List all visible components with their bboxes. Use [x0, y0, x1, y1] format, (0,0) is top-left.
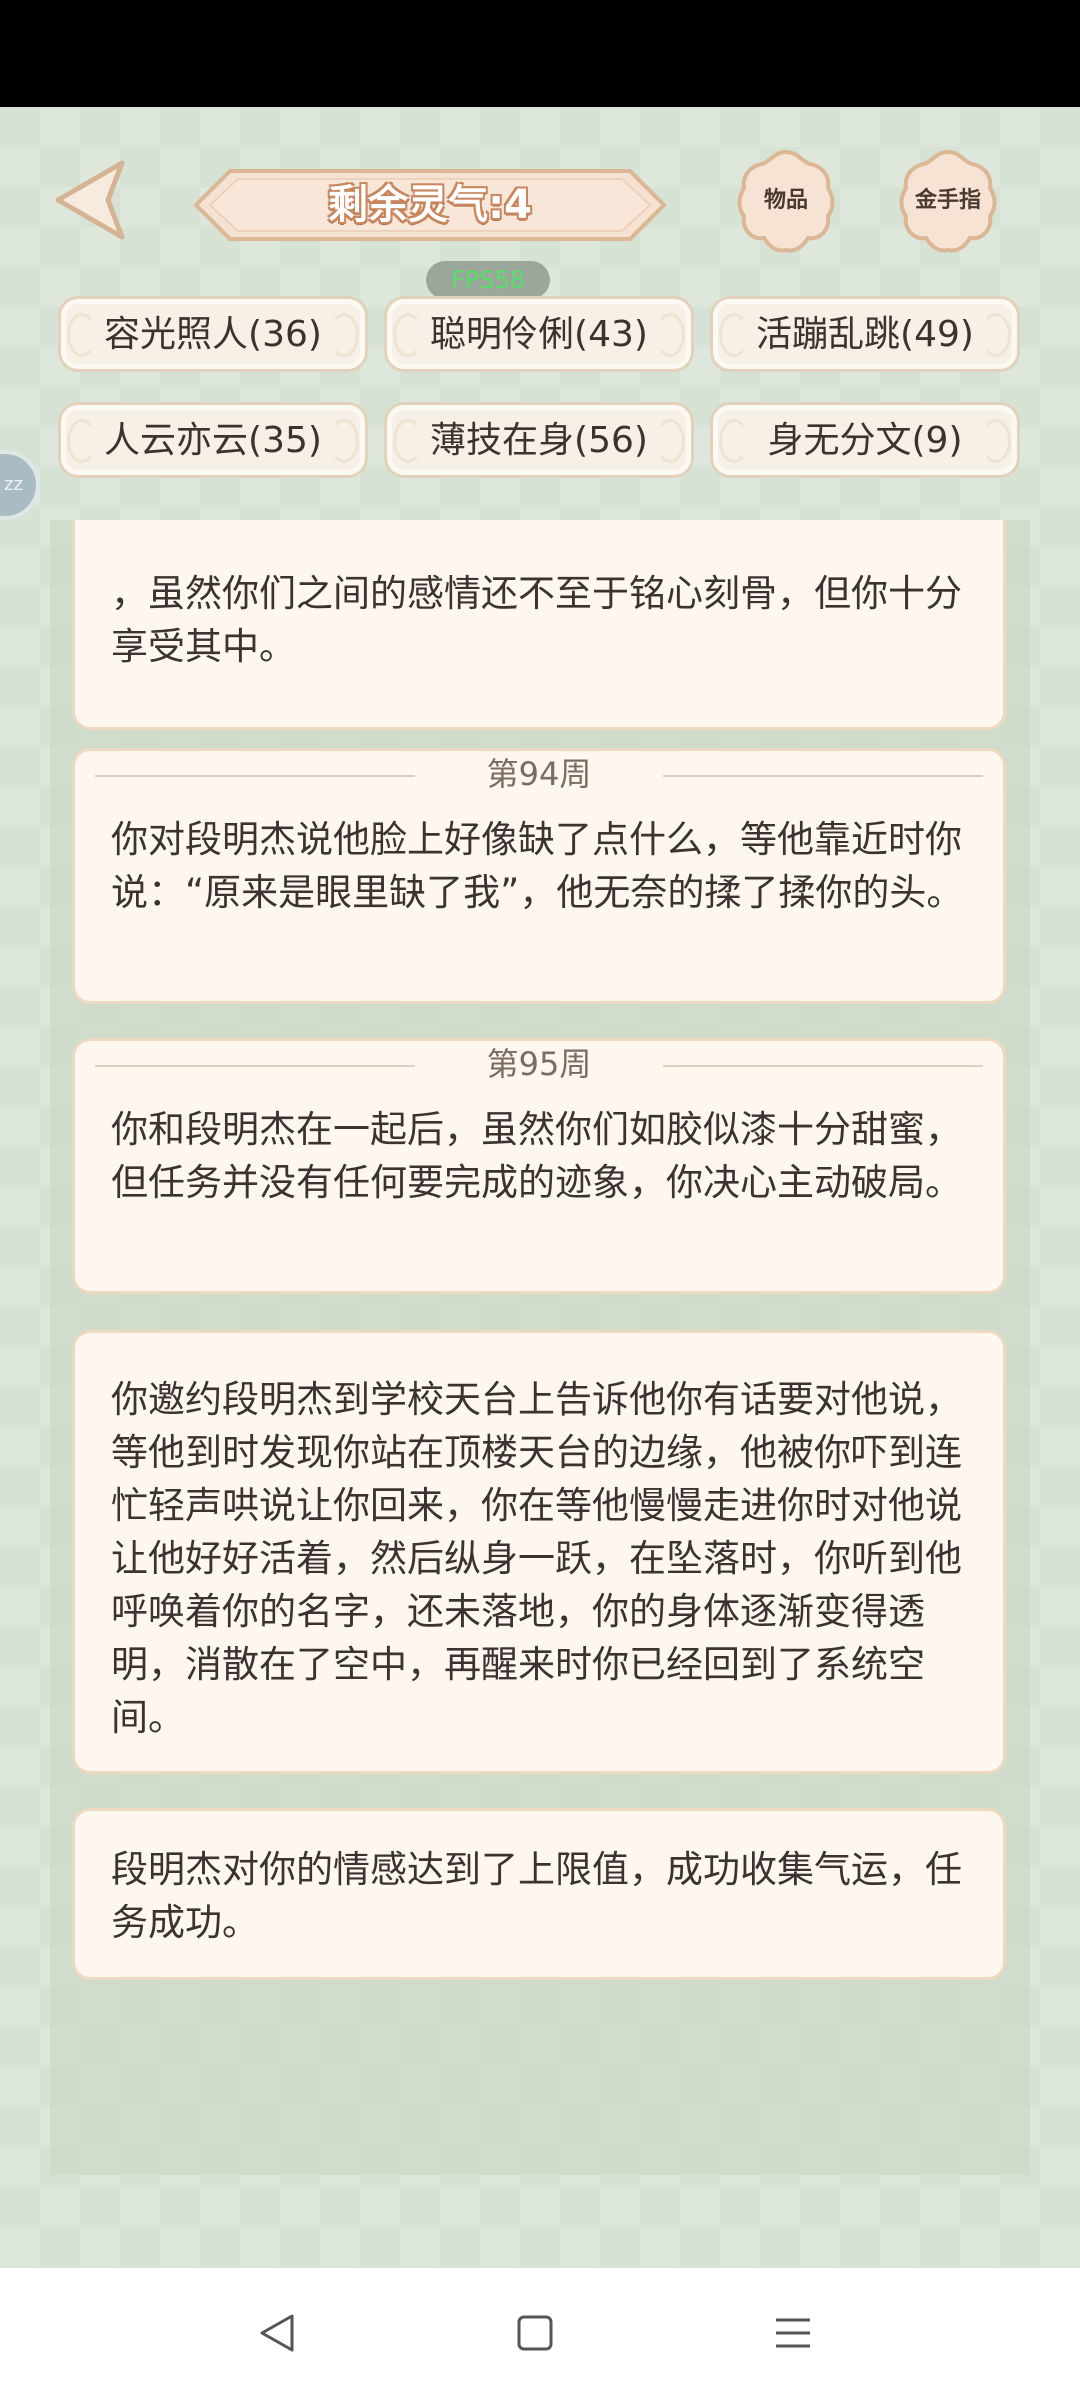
- system-navigation-bar: [0, 2268, 1080, 2400]
- week-label: 第94周: [486, 755, 592, 793]
- square-home-icon: [517, 2315, 553, 2351]
- triangle-back-icon: [260, 2314, 294, 2352]
- log-entry: 段明杰对你的情感达到了上限值，成功收集气运，任务成功。: [72, 1808, 1006, 1980]
- back-arrow-icon: [55, 160, 125, 240]
- attribute-tag[interactable]: 人云亦云(35): [58, 402, 368, 478]
- log-entry: ，虽然你们之间的感情还不至于铭心刻骨，但你十分享受其中。: [72, 520, 1006, 730]
- menu-lines-icon: [776, 2318, 810, 2348]
- attribute-label: 薄技在身(56): [430, 420, 648, 461]
- log-entry: 你邀约段明杰到学校天台上告诉他你有话要对他说，等他到时发现你站在顶楼天台的边缘，…: [72, 1330, 1006, 1774]
- log-entry-text: 你对段明杰说他脸上好像缺了点什么，等他靠近时你说：“原来是眼里缺了我”，他无奈的…: [111, 818, 964, 914]
- cheat-button-label: 金手指: [914, 188, 981, 213]
- week-header: 第94周: [75, 751, 1003, 797]
- status-bar: [0, 0, 1080, 107]
- attribute-label: 聪明伶俐(43): [430, 314, 648, 355]
- attribute-tag[interactable]: 身无分文(9): [710, 402, 1020, 478]
- event-log-panel[interactable]: ，虽然你们之间的感情还不至于铭心刻骨，但你十分享受其中。 第94周 你对段明杰说…: [50, 520, 1030, 2175]
- attribute-tag[interactable]: 薄技在身(56): [384, 402, 694, 478]
- attribute-label: 身无分文(9): [767, 420, 963, 461]
- nav-menu-button[interactable]: [758, 2298, 828, 2368]
- spirit-counter-text: 剩余灵气:4: [328, 182, 532, 228]
- cheat-button[interactable]: 金手指: [898, 146, 998, 256]
- nav-back-button[interactable]: [242, 2298, 312, 2368]
- fps-counter: FPS58: [426, 261, 550, 299]
- log-entry: 第95周 你和段明杰在一起后，虽然你们如胶似漆十分甜蜜，但任务并没有任何要完成的…: [72, 1038, 1006, 1294]
- log-entry-text: 你邀约段明杰到学校天台上告诉他你有话要对他说，等他到时发现你站在顶楼天台的边缘，…: [111, 1378, 962, 1739]
- items-button[interactable]: 物品: [736, 146, 836, 256]
- items-button-label: 物品: [763, 188, 808, 213]
- attribute-label: 活蹦乱跳(49): [756, 314, 974, 355]
- week-header: 第95周: [75, 1041, 1003, 1087]
- spirit-counter-banner: 剩余灵气:4: [190, 165, 670, 245]
- week-label: 第95周: [486, 1045, 592, 1083]
- log-entry-text: 段明杰对你的情感达到了上限值，成功收集气运，任务成功。: [111, 1848, 962, 1944]
- attribute-tag[interactable]: 容光照人(36): [58, 296, 368, 372]
- log-entry: 第94周 你对段明杰说他脸上好像缺了点什么，等他靠近时你说：“原来是眼里缺了我”…: [72, 748, 1006, 1004]
- attribute-label: 容光照人(36): [104, 314, 322, 355]
- attribute-tag[interactable]: 活蹦乱跳(49): [710, 296, 1020, 372]
- side-bubble-label: zz: [4, 474, 23, 495]
- log-entry-text: 你和段明杰在一起后，虽然你们如胶似漆十分甜蜜，但任务并没有任何要完成的迹象，你决…: [111, 1108, 962, 1204]
- attribute-tag[interactable]: 聪明伶俐(43): [384, 296, 694, 372]
- attribute-label: 人云亦云(35): [104, 420, 322, 461]
- nav-home-button[interactable]: [500, 2298, 570, 2368]
- back-button[interactable]: [50, 155, 130, 245]
- log-entry-text: ，虽然你们之间的感情还不至于铭心刻骨，但你十分享受其中。: [111, 572, 962, 668]
